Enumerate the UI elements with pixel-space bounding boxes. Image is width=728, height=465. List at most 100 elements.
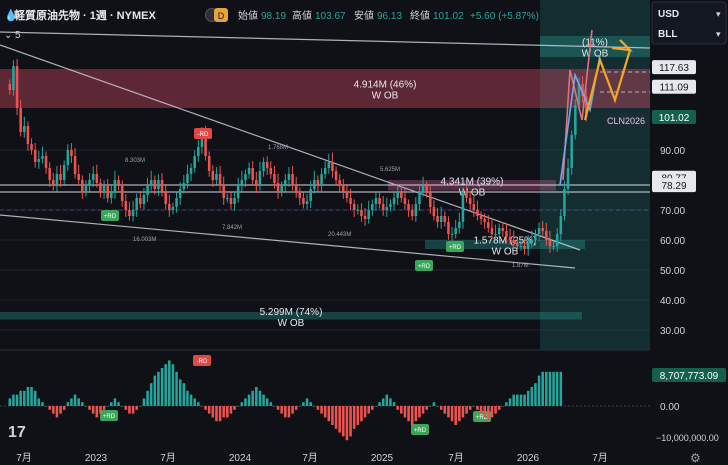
volume-bar: [211, 406, 215, 418]
volume-bar: [33, 390, 37, 406]
order-block-sub: W OB: [492, 247, 519, 258]
volume-bar: [207, 406, 211, 414]
volume-bar: [410, 406, 414, 425]
volume-bar: [552, 371, 555, 406]
volume-bar: [91, 406, 95, 414]
candle-body: [106, 186, 109, 198]
rd-tag-label: +RD: [476, 415, 489, 421]
volume-bar: [284, 406, 287, 418]
candle-body: [505, 231, 508, 237]
candle-body: [313, 180, 316, 189]
open-value: 98.19: [261, 11, 286, 22]
candle-body: [175, 198, 178, 207]
volume-bar: [197, 402, 200, 406]
time-tick-label: 7月: [160, 452, 176, 464]
order-block-sub: W OB: [582, 49, 609, 60]
indicator-count[interactable]: 5: [15, 30, 21, 41]
candle-body: [240, 180, 244, 186]
volume-bar: [476, 406, 479, 410]
candle-body: [371, 204, 374, 210]
volume-bar: [298, 406, 302, 407]
rd-tag-label: -RD: [198, 132, 209, 138]
candle-body: [211, 171, 215, 180]
candle-body: [55, 174, 59, 186]
volume-bar: [447, 406, 450, 418]
candle-body: [465, 192, 468, 198]
candle-body: [302, 198, 305, 204]
volume-bar: [77, 398, 80, 406]
price-tick-label: 50.00: [660, 266, 685, 277]
candle-body: [429, 192, 432, 207]
volume-bar: [345, 406, 349, 441]
currency-selector[interactable]: USD BLL ▾ ▾: [651, 1, 727, 45]
candle-body: [265, 162, 269, 168]
volume-bar: [530, 387, 534, 406]
volume-bar: [555, 371, 559, 406]
volume-bar: [327, 406, 331, 422]
volume-bar: [149, 383, 153, 406]
candle-body: [66, 150, 70, 165]
volume-bar: [454, 406, 457, 425]
volume-bar: [512, 394, 515, 406]
unit-label[interactable]: BLL: [658, 29, 677, 40]
volume-bar: [262, 394, 265, 406]
candle-body: [84, 186, 88, 192]
price-tick-label: 30.00: [660, 326, 685, 337]
volume-bar: [360, 406, 363, 422]
volume-bar: [472, 406, 476, 407]
small-volume-label: 1.87M: [512, 263, 529, 269]
indicator-toggle-icon[interactable]: ⌄: [4, 30, 12, 41]
currency-label[interactable]: USD: [658, 9, 679, 20]
volume-bar: [432, 402, 436, 406]
candle-body: [418, 192, 421, 204]
volume-bar: [73, 394, 77, 406]
chevron-down-icon[interactable]: ▾: [716, 9, 721, 19]
volume-bar: [508, 398, 512, 406]
volume-bar: [229, 406, 233, 414]
volume-bar: [334, 406, 338, 429]
candle-body: [374, 198, 378, 204]
chevron-down-icon[interactable]: ▾: [716, 29, 721, 39]
price-marker-label: 101.02: [659, 113, 690, 124]
tradingview-logo-icon[interactable]: 17: [8, 424, 26, 441]
candle-body: [334, 171, 338, 180]
price-marker-label: 78.29: [661, 181, 686, 192]
candle-body: [360, 210, 363, 216]
symbol-title[interactable]: 軽質原油先物 · 1週 · NYMEX: [14, 8, 156, 22]
volume-bar: [490, 406, 494, 418]
candle-body: [62, 165, 66, 180]
candle-body: [342, 186, 345, 192]
candle-body: [490, 228, 494, 234]
symbol-tag: CLN2026: [607, 116, 645, 126]
candle-body: [197, 147, 200, 156]
chart-canvas[interactable]: 4.914M (46%)W OB4.341M (39%)W OB1.578M (…: [0, 0, 728, 465]
candle-body: [273, 174, 276, 183]
candle-body: [501, 228, 505, 231]
candle-body: [566, 168, 570, 189]
volume-tick-label: −10,000,000.00: [656, 433, 719, 443]
candle-body: [52, 180, 55, 186]
volume-bar: [200, 406, 204, 407]
volume-bar: [244, 398, 247, 406]
candle-body: [178, 189, 182, 198]
order-block-sub: W OB: [278, 318, 305, 329]
volume-bar: [8, 398, 12, 406]
gear-icon[interactable]: ⚙: [690, 451, 701, 465]
candle-body: [131, 210, 135, 216]
candle-body: [320, 174, 323, 186]
candle-body: [294, 186, 298, 192]
volume-bar: [189, 394, 193, 406]
candle-body: [363, 216, 367, 219]
volume-bar: [385, 394, 389, 406]
rd-tag-label: +RD: [414, 428, 427, 434]
candle-body: [421, 186, 425, 192]
candle-body: [128, 210, 131, 216]
volume-bar: [468, 406, 472, 410]
candle-body: [526, 243, 530, 249]
candle-body: [403, 198, 407, 204]
candle-body: [12, 66, 15, 90]
data-badge-label: D: [218, 11, 225, 21]
volume-bar: [15, 394, 19, 406]
candle-body: [458, 222, 461, 228]
volume-bar: [313, 406, 316, 407]
